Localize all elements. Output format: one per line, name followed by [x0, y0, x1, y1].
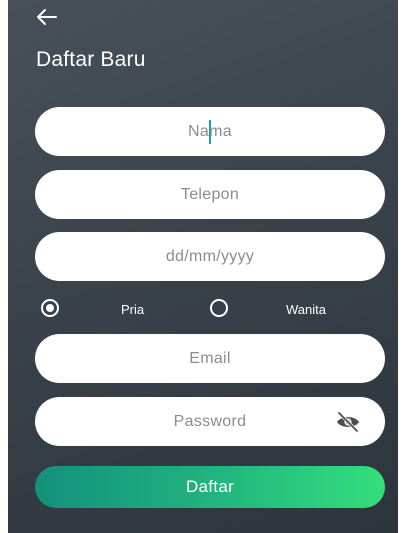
radio-wanita-label[interactable]: Wanita [286, 302, 326, 317]
phone-input[interactable] [35, 170, 385, 219]
password-input[interactable] [35, 397, 385, 446]
register-button[interactable]: Daftar [35, 466, 385, 508]
phone-field[interactable] [35, 170, 385, 219]
gender-radio-group: Pria Wanita [8, 294, 398, 324]
radio-pria-label[interactable]: Pria [121, 302, 144, 317]
page-title: Daftar Baru [36, 48, 146, 71]
password-field[interactable] [35, 397, 385, 446]
eye-slash-icon [337, 411, 359, 433]
email-input[interactable] [35, 334, 385, 383]
birthdate-input[interactable] [35, 232, 385, 281]
arrow-left-icon [37, 9, 57, 25]
name-field[interactable] [35, 107, 385, 156]
email-field[interactable] [35, 334, 385, 383]
register-screen: Daftar Baru Pria Wanita Daftar [8, 0, 398, 533]
text-caret [209, 120, 211, 144]
radio-wanita[interactable] [210, 299, 228, 317]
back-button[interactable] [36, 8, 58, 26]
password-visibility-toggle[interactable] [335, 411, 361, 433]
birthdate-field[interactable] [35, 232, 385, 281]
radio-pria[interactable] [41, 299, 59, 317]
